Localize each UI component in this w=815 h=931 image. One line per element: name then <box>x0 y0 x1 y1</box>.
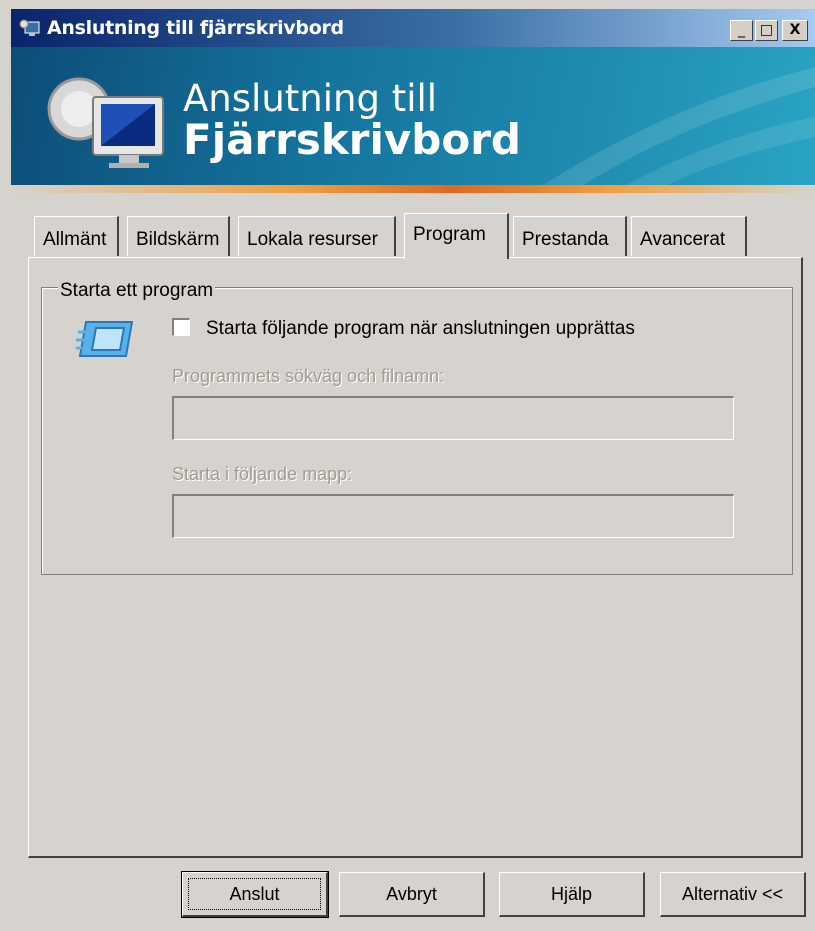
header-banner: Anslutning till Fjärrskrivbord <box>11 47 815 193</box>
help-button-label: Hjälp <box>550 884 593 904</box>
groupbox-label: Starta ett program <box>58 280 216 302</box>
program-path-input[interactable] <box>172 396 734 440</box>
remote-desktop-icon <box>19 19 40 36</box>
options-button-label: Alternativ << <box>681 884 784 904</box>
tab-lokala-resurser[interactable]: Lokala resurser <box>238 216 396 256</box>
window-title: Anslutning till fjärrskrivbord <box>47 17 344 39</box>
tab-avancerat[interactable]: Avancerat <box>631 216 747 256</box>
maximize-button[interactable]: □ <box>755 20 778 41</box>
minimize-button[interactable]: _ <box>730 20 753 41</box>
focus-rectangle <box>188 878 321 910</box>
tab-allmant[interactable]: Allmänt <box>34 216 119 256</box>
banner-accent-stripe <box>11 185 815 193</box>
start-program-checkbox[interactable] <box>172 318 190 336</box>
cancel-button-label: Avbryt <box>386 884 437 904</box>
options-button[interactable]: Alternativ << <box>660 872 806 917</box>
program-window-icon <box>76 321 134 357</box>
start-program-checkbox-label[interactable]: Starta följande program när anslutningen… <box>206 318 635 340</box>
program-path-label: Programmets sökväg och filnamn: <box>172 366 445 386</box>
cancel-button[interactable]: Avbryt <box>339 872 485 917</box>
start-folder-input[interactable] <box>172 494 734 538</box>
tab-program[interactable]: Program <box>404 213 509 259</box>
remote-desktop-monitor-icon <box>47 77 164 168</box>
tab-prestanda[interactable]: Prestanda <box>513 216 627 256</box>
banner-title-line2: Fjärrskrivbord <box>183 115 521 164</box>
help-button[interactable]: Hjälp <box>499 872 645 917</box>
connect-button[interactable]: Anslut <box>181 871 329 918</box>
start-folder-label: Starta i följande mapp: <box>172 464 353 484</box>
close-button[interactable]: X <box>782 20 808 41</box>
banner-title-line1: Anslutning till <box>183 77 438 120</box>
title-bar[interactable]: Anslutning till fjärrskrivbord _ □ X <box>11 9 815 47</box>
tab-bildskarm[interactable]: Bildskärm <box>127 216 230 256</box>
